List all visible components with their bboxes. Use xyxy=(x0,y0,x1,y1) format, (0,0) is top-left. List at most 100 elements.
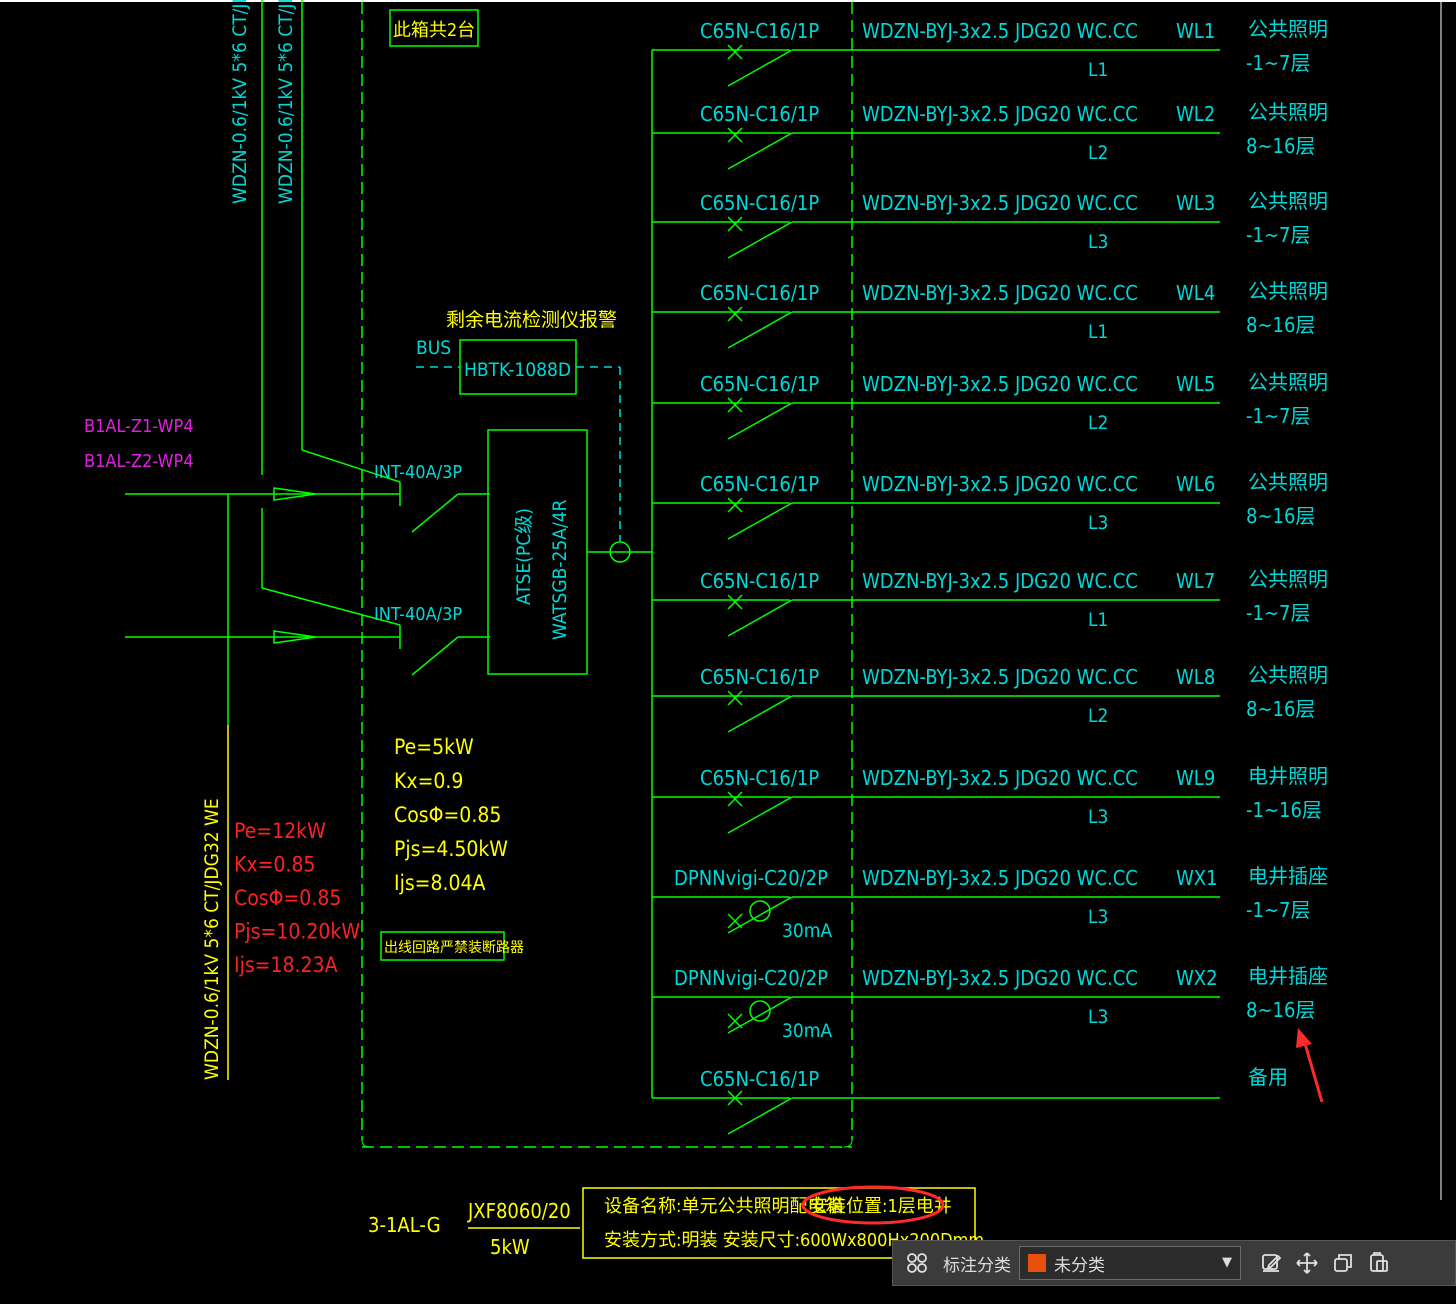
load-calc-feeder: Pe=12kW Kx=0.85 CosΦ=0.85 Pjs=10.20kW Ijs=18… xyxy=(234,819,360,977)
breaker-label: C65N-C16/1P xyxy=(700,472,819,496)
circuit-row: 30mA DPNNvigi-C20/2P WDZN-BYJ-3x2.5 JDG20 … xyxy=(652,964,1328,1042)
circuit-row: C65N-C16/1P WDZN-BYJ-3x2.5 JDG20 WC.CC WL9… xyxy=(652,764,1328,834)
breaker-label: C65N-C16/1P xyxy=(700,281,819,305)
cable-spec-label: WDZN-BYJ-3x2.5 JDG20 WC.CC xyxy=(862,472,1138,496)
copy-icon[interactable] xyxy=(1325,1245,1361,1281)
cable-spec-label: WDZN-BYJ-3x2.5 JDG20 WC.CC xyxy=(862,281,1138,305)
load-floor-range: -1~16层 xyxy=(1246,798,1322,822)
circuit-id-label: WL1 xyxy=(1176,19,1215,43)
circuit-row: C65N-C16/1P 备用 xyxy=(652,1065,1288,1135)
panel-code: 3-1AL-G xyxy=(368,1213,441,1237)
panel-power: 5kW xyxy=(490,1235,530,1259)
breaker-label: DPNNvigi-C20/2P xyxy=(674,866,828,890)
grid-icon[interactable] xyxy=(899,1245,935,1281)
load-description: 公共照明 xyxy=(1248,470,1328,494)
cable-spec-label: WDZN-BYJ-3x2.5 JDG20 WC.CC xyxy=(862,19,1138,43)
circuit-id-label: WL8 xyxy=(1176,665,1215,689)
breaker-label: DPNNvigi-C20/2P xyxy=(674,966,828,990)
atse-label-1: ATSE(PC级) xyxy=(513,508,535,605)
load-floor-range: 8~16层 xyxy=(1246,504,1315,528)
load-description: 公共照明 xyxy=(1248,663,1328,687)
circuit-row: C65N-C16/1P WDZN-BYJ-3x2.5 JDG20 WC.CC WL4… xyxy=(652,279,1328,349)
calc-line-feeder: Ijs=18.23A xyxy=(234,953,338,977)
phase-label: L3 xyxy=(1088,806,1108,828)
circuit-id-label: WX1 xyxy=(1176,866,1218,890)
calc-line-panel: Kx=0.9 xyxy=(394,769,463,793)
load-calc-panel: Pe=5kW Kx=0.9 CosΦ=0.85 Pjs=4.50kW Ijs=8.04A xyxy=(394,735,508,895)
breaker-label: C65N-C16/1P xyxy=(700,766,819,790)
phase-label: L2 xyxy=(1088,412,1108,434)
classify-select-value: 未分类 xyxy=(1054,1255,1105,1276)
paste-icon[interactable] xyxy=(1361,1245,1397,1281)
calc-line-panel: CosΦ=0.85 xyxy=(394,803,501,827)
rcd-sensitivity-label: 30mA xyxy=(782,1020,832,1042)
rcd-sensitivity-label: 30mA xyxy=(782,920,832,942)
cable-spec-label: WDZN-BYJ-3x2.5 JDG20 WC.CC xyxy=(862,191,1138,215)
cable-spec-label: WDZN-BYJ-3x2.5 JDG20 WC.CC xyxy=(862,102,1138,126)
circuit-id-label: WL6 xyxy=(1176,472,1215,496)
phase-label: L1 xyxy=(1088,609,1108,631)
phase-label: L2 xyxy=(1088,705,1108,727)
circuit-id-label: WL5 xyxy=(1176,372,1215,396)
int-switch-1 xyxy=(399,482,490,676)
load-floor-range: -1~7层 xyxy=(1246,404,1310,428)
load-description: 电井插座 xyxy=(1248,864,1328,888)
cable-label-bottom: WDZN-0.6/1kV 5*6 CT/JDG32 WE xyxy=(201,798,223,1080)
calc-line-feeder: Pe=12kW xyxy=(234,819,326,843)
load-description: 备用 xyxy=(1248,1065,1288,1089)
schematic-canvas[interactable]: 此箱共2台 WDZN-0.6/1kV 5*6 CT/JDG32 WE WDZN-… xyxy=(0,0,1456,1304)
circuit-row: C65N-C16/1P WDZN-BYJ-3x2.5 JDG20 WC.CC WL7… xyxy=(652,567,1328,637)
circuit-row: C65N-C16/1P WDZN-BYJ-3x2.5 JDG20 WC.CC WL3… xyxy=(652,189,1328,259)
rcd-monitor-title: 剩余电流检测仪报警 xyxy=(446,309,617,331)
cable-spec-label: WDZN-BYJ-3x2.5 JDG20 WC.CC xyxy=(862,372,1138,396)
circuit-id-label: WL4 xyxy=(1176,281,1215,305)
atse-box xyxy=(487,429,588,675)
load-description: 公共照明 xyxy=(1248,567,1328,591)
cable-spec-label: WDZN-BYJ-3x2.5 JDG20 WC.CC xyxy=(862,569,1138,593)
breaker-label: C65N-C16/1P xyxy=(700,1067,819,1091)
phase-label: L3 xyxy=(1088,512,1108,534)
phase-label: L1 xyxy=(1088,59,1108,81)
breaker-label: C65N-C16/1P xyxy=(700,372,819,396)
panel-model: JXF8060/20 xyxy=(467,1199,571,1223)
circuit-id-label: WX2 xyxy=(1176,966,1218,990)
classify-select[interactable]: 未分类 ▼ xyxy=(1019,1246,1241,1280)
breaker-label: C65N-C16/1P xyxy=(700,102,819,126)
move-icon[interactable] xyxy=(1289,1245,1325,1281)
circuit-id-label: WL3 xyxy=(1176,191,1215,215)
breaker-label: C65N-C16/1P xyxy=(700,665,819,689)
int-switch-label-2: INT-40A/3P xyxy=(374,604,462,625)
load-description: 公共照明 xyxy=(1248,370,1328,394)
load-floor-range: -1~7层 xyxy=(1246,601,1310,625)
category-color-swatch xyxy=(1028,1254,1046,1272)
breaker-label: C65N-C16/1P xyxy=(700,569,819,593)
cable-label-top-2: WDZN-0.6/1kV 5*6 CT/JDG32 WE xyxy=(275,0,297,204)
load-description: 公共照明 xyxy=(1248,279,1328,303)
phase-label: L1 xyxy=(1088,321,1108,343)
load-floor-range: -1~7层 xyxy=(1246,51,1310,75)
bus-label: BUS xyxy=(416,337,451,359)
load-description: 电井插座 xyxy=(1248,964,1328,988)
circuit-row: C65N-C16/1P WDZN-BYJ-3x2.5 JDG20 WC.CC WL1… xyxy=(652,17,1328,87)
load-floor-range: 8~16层 xyxy=(1246,313,1315,337)
load-floor-range: 8~16层 xyxy=(1246,998,1315,1022)
classify-label: 标注分类 xyxy=(943,1255,1011,1276)
calc-line-panel: Pjs=4.50kW xyxy=(394,837,508,861)
outgoing-circuits: C65N-C16/1P WDZN-BYJ-3x2.5 JDG20 WC.CC WL1… xyxy=(652,17,1328,1135)
feeder-lines xyxy=(125,0,401,725)
phase-label: L3 xyxy=(1088,231,1108,253)
calc-line-panel: Pe=5kW xyxy=(394,735,474,759)
load-description: 电井照明 xyxy=(1248,764,1328,788)
edit-icon[interactable] xyxy=(1253,1245,1289,1281)
load-floor-range: 8~16层 xyxy=(1246,134,1315,158)
atse-label-2: WATSGB-25A/4R xyxy=(549,499,571,640)
source-label-1: B1AL-Z1-WP4 xyxy=(84,416,194,437)
load-floor-range: -1~7层 xyxy=(1246,223,1310,247)
load-floor-range: 8~16层 xyxy=(1246,697,1315,721)
phase-label: L3 xyxy=(1088,906,1108,928)
annotation-arrow xyxy=(1296,1028,1324,1103)
cable-label-top-1: WDZN-0.6/1kV 5*6 CT/JDG32 WE xyxy=(229,0,251,204)
load-description: 公共照明 xyxy=(1248,17,1328,41)
circuit-row: C65N-C16/1P WDZN-BYJ-3x2.5 JDG20 WC.CC WL6… xyxy=(652,470,1328,540)
cable-spec-label: WDZN-BYJ-3x2.5 JDG20 WC.CC xyxy=(862,665,1138,689)
